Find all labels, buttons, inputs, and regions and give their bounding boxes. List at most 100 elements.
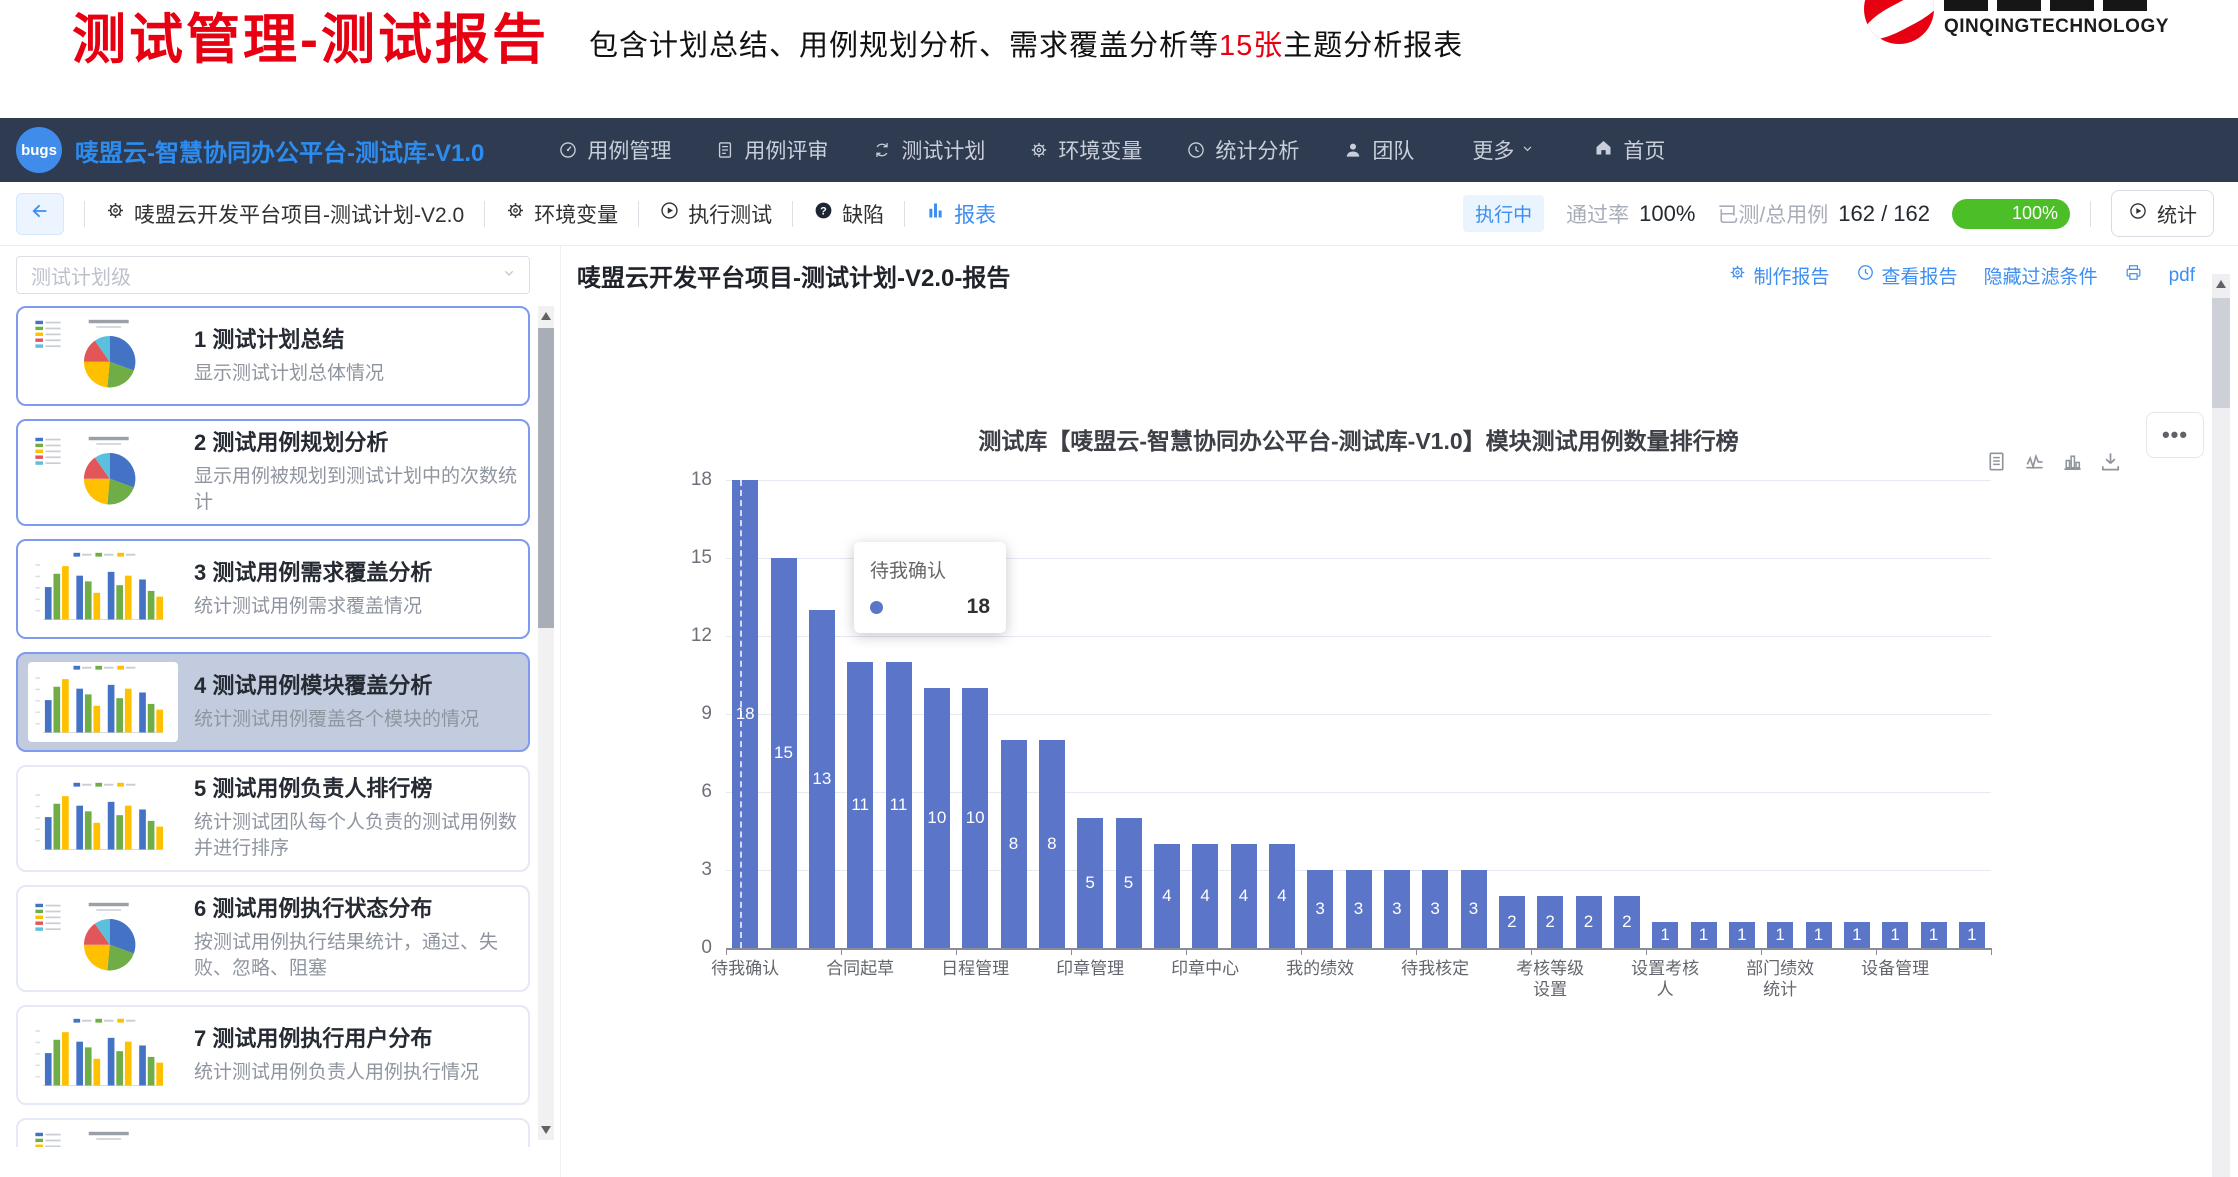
- bar-6[interactable]: 10: [962, 688, 988, 948]
- bar-9[interactable]: 5: [1077, 818, 1103, 948]
- bar-23[interactable]: 2: [1614, 896, 1640, 948]
- bar-16[interactable]: 3: [1346, 870, 1372, 948]
- nav-item-5[interactable]: 团队: [1343, 135, 1414, 165]
- bar-value-label: 5: [1085, 873, 1094, 893]
- bar-13[interactable]: 4: [1231, 844, 1257, 948]
- play-circle-icon: [2128, 201, 2148, 227]
- bar-14[interactable]: 4: [1269, 844, 1295, 948]
- report-card-2[interactable]: 2 测试用例规划分析显示用例被规划到测试计划中的次数统计: [16, 419, 530, 526]
- bar-value-label: 8: [1009, 834, 1018, 854]
- toolbar-item-2[interactable]: ?缺陷: [813, 199, 884, 229]
- bar-1[interactable]: 15: [771, 558, 797, 948]
- bar-12[interactable]: 4: [1192, 844, 1218, 948]
- report-card-4[interactable]: 4 测试用例模块覆盖分析统计测试用例覆盖各个模块的情况: [16, 652, 530, 752]
- action-查看报告[interactable]: 查看报告: [1856, 262, 1958, 289]
- bar-value-label: 15: [774, 743, 793, 763]
- bar-3[interactable]: 11: [847, 662, 873, 948]
- logo-mark-icon: [1864, 0, 1934, 44]
- bar-26[interactable]: 1: [1729, 922, 1755, 948]
- bar-29[interactable]: 1: [1844, 922, 1870, 948]
- report-card-5[interactable]: 5 测试用例负责人排行榜统计测试团队每个人负责的测试用例数并进行排序: [16, 765, 530, 872]
- bar-2[interactable]: 13: [809, 610, 835, 948]
- bar-20[interactable]: 2: [1499, 896, 1525, 948]
- window-scrollbar[interactable]: [2212, 274, 2230, 1177]
- gauge-icon: [558, 140, 578, 160]
- chevron-down-icon: [501, 265, 517, 286]
- bar-30[interactable]: 1: [1882, 922, 1908, 948]
- bar-28[interactable]: 1: [1806, 922, 1832, 948]
- bar-31[interactable]: 1: [1921, 922, 1947, 948]
- bar-21[interactable]: 2: [1537, 896, 1563, 948]
- nav-item-4[interactable]: 统计分析: [1186, 135, 1299, 165]
- bar-0[interactable]: 18: [732, 480, 758, 948]
- bar-22[interactable]: 2: [1576, 896, 1602, 948]
- bar-27[interactable]: 1: [1767, 922, 1793, 948]
- report-card-7[interactable]: 7 测试用例执行用户分布统计测试用例负责人用例执行情况: [16, 1005, 530, 1105]
- y-axis-label: 9: [668, 703, 712, 725]
- action-隐藏过滤条件[interactable]: 隐藏过滤条件: [1984, 262, 2098, 289]
- toolbar-item-1[interactable]: 执行测试: [659, 199, 772, 229]
- chart-more-button[interactable]: •••: [2146, 412, 2204, 458]
- bar-8[interactable]: 8: [1039, 740, 1065, 948]
- scroll-up-icon[interactable]: [541, 312, 551, 320]
- x-axis-tick: [1531, 948, 1532, 955]
- bar-value-label: 4: [1239, 886, 1248, 906]
- report-sidebar: 测试计划级 1 测试计划总结显示测试计划总体情况 2 测试用例规划分析显示用例被规…: [0, 246, 560, 1177]
- breadcrumb[interactable]: 唛盟云开发平台项目-测试计划-V2.0: [105, 199, 464, 229]
- sidebar-scroll-thumb[interactable]: [538, 328, 554, 628]
- nav-item-home[interactable]: 首页: [1593, 135, 1665, 165]
- report-card-3[interactable]: 3 测试用例需求覆盖分析统计测试用例需求覆盖情况: [16, 539, 530, 639]
- download-icon[interactable]: [2099, 450, 2122, 478]
- bar-11[interactable]: 4: [1154, 844, 1180, 948]
- report-card-title: 2 测试用例规划分析: [194, 429, 518, 457]
- bar-7[interactable]: 8: [1001, 740, 1027, 948]
- bar-19[interactable]: 3: [1461, 870, 1487, 948]
- scroll-down-icon[interactable]: [541, 1126, 551, 1134]
- bar-18[interactable]: 3: [1422, 870, 1448, 948]
- bar-chart-icon[interactable]: [2061, 450, 2084, 478]
- bar-chart-thumbnail: [28, 1015, 178, 1095]
- bar-value-label: 2: [1507, 912, 1516, 932]
- bar-24[interactable]: 1: [1652, 922, 1678, 948]
- window-scroll-thumb[interactable]: [2212, 298, 2230, 408]
- toolbar-item-3[interactable]: 报表: [925, 199, 996, 229]
- bar-15[interactable]: 3: [1307, 870, 1333, 948]
- toolbar-item-0[interactable]: 环境变量: [505, 199, 618, 229]
- x-axis-tick: [1761, 948, 1762, 955]
- document-icon: [715, 140, 735, 160]
- action-制作报告[interactable]: 制作报告: [1728, 262, 1830, 289]
- back-button[interactable]: [16, 193, 64, 235]
- nav-item-1[interactable]: 用例评审: [715, 135, 828, 165]
- report-card-desc: 显示测试计划总体情况: [194, 361, 384, 387]
- action-pdf[interactable]: pdf: [2169, 265, 2195, 287]
- bar-5[interactable]: 10: [924, 688, 950, 948]
- nav-item-0[interactable]: 用例管理: [558, 135, 671, 165]
- progress-bar: 100%: [1952, 199, 2070, 229]
- nav-brand-title[interactable]: 唛盟云-智慧协同办公平台-测试库-V1.0: [75, 133, 484, 168]
- report-card-1[interactable]: 1 测试计划总结显示测试计划总体情况: [16, 306, 530, 406]
- bar-10[interactable]: 5: [1116, 818, 1142, 948]
- line-chart-icon[interactable]: [2023, 450, 2046, 478]
- bar-17[interactable]: 3: [1384, 870, 1410, 948]
- action-print[interactable]: [2124, 263, 2143, 288]
- nav-item-more[interactable]: 更多: [1472, 135, 1535, 165]
- nav-item-2[interactable]: 测试计划: [872, 135, 985, 165]
- scroll-up-icon[interactable]: [2216, 280, 2226, 288]
- report-card-desc: 统计测试用例需求覆盖情况: [194, 594, 432, 620]
- bar-25[interactable]: 1: [1691, 922, 1717, 948]
- report-card-list: 1 测试计划总结显示测试计划总体情况 2 测试用例规划分析显示用例被规划到测试计划…: [16, 306, 530, 1147]
- bar-32[interactable]: 1: [1959, 922, 1985, 948]
- bar-4[interactable]: 11: [886, 662, 912, 948]
- bugs-logo[interactable]: bugs: [16, 127, 62, 173]
- report-card-8[interactable]: 8 缺陷回归分布: [16, 1118, 530, 1147]
- report-card-6[interactable]: 6 测试用例执行状态分布按测试用例执行结果统计，通过、失败、忽略、阻塞: [16, 885, 530, 992]
- stats-button[interactable]: 统计: [2111, 190, 2214, 237]
- report-page-title: 唛盟云开发平台项目-测试计划-V2.0-报告: [577, 258, 1010, 293]
- nav-item-3[interactable]: 环境变量: [1029, 135, 1142, 165]
- plan-level-select[interactable]: 测试计划级: [16, 256, 530, 294]
- action-label: 制作报告: [1754, 262, 1830, 289]
- data-view-icon[interactable]: [1985, 450, 2008, 478]
- report-card-text: 1 测试计划总结显示测试计划总体情况: [194, 326, 384, 387]
- sidebar-scrollbar[interactable]: [538, 306, 554, 1140]
- play-circle-icon: [659, 200, 680, 227]
